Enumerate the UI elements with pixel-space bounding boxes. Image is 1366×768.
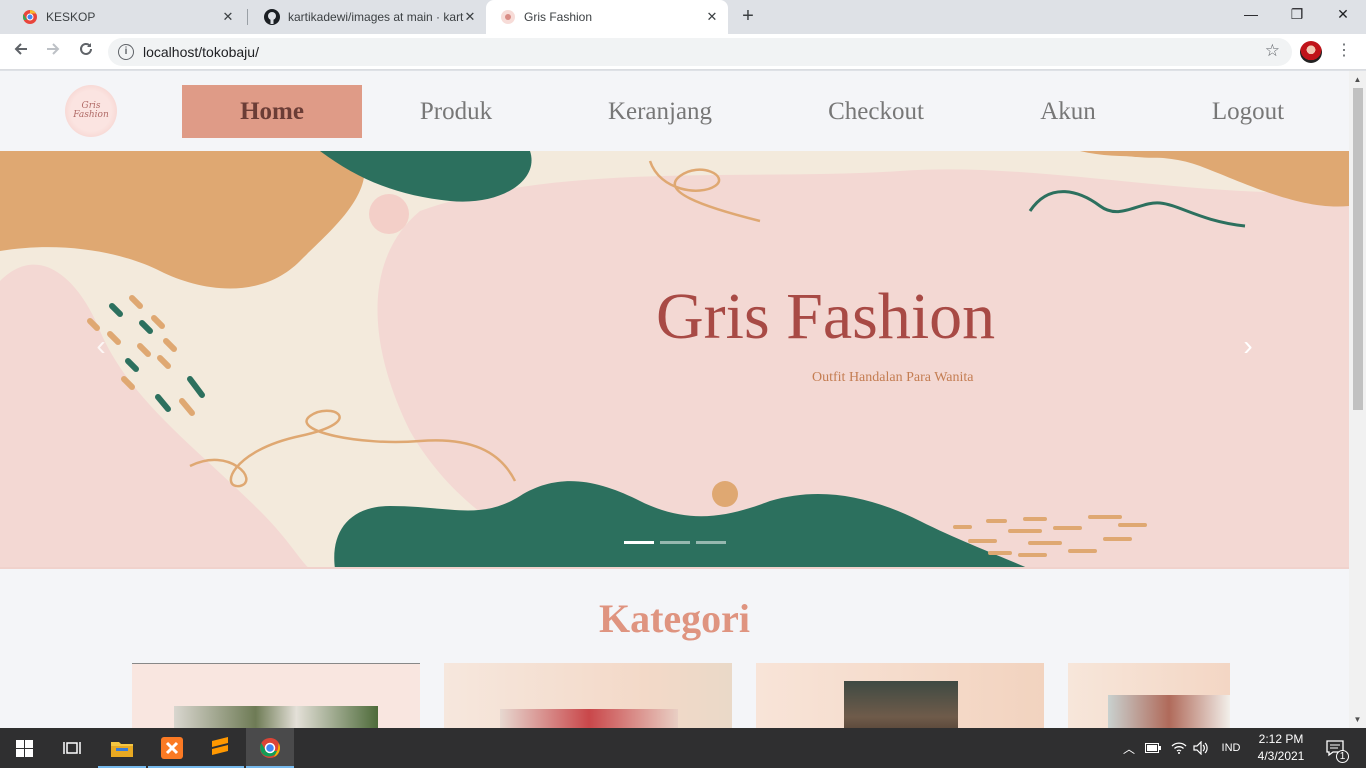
- scroll-down-icon[interactable]: ▼: [1349, 711, 1366, 728]
- category-image: [844, 681, 958, 728]
- category-image: [1108, 695, 1230, 728]
- clock-time: 2:12 PM: [1258, 732, 1304, 746]
- address-bar[interactable]: i localhost/tokobaju/ ☆: [108, 38, 1292, 66]
- nav-home[interactable]: Home: [182, 85, 362, 138]
- logo-line2: Fashion: [73, 110, 109, 120]
- close-window-button[interactable]: ✕: [1320, 0, 1366, 30]
- system-clock[interactable]: 2:12 PM 4/3/2021: [1248, 731, 1314, 765]
- hero-title: Gris Fashion: [656, 280, 996, 353]
- reload-icon[interactable]: [74, 40, 98, 64]
- xampp-icon[interactable]: [148, 728, 196, 768]
- more-menu-icon[interactable]: ⋮: [1334, 40, 1354, 60]
- site-navbar: Gris Fashion Home Produk Keranjang Check…: [0, 71, 1349, 151]
- minimize-button[interactable]: —: [1228, 0, 1274, 30]
- carousel-indicators: [624, 541, 726, 544]
- nav-produk[interactable]: Produk: [396, 85, 516, 138]
- file-explorer-icon[interactable]: [98, 728, 146, 768]
- tab-title: KESKOP: [46, 10, 96, 24]
- close-tab-icon[interactable]: ✕: [704, 9, 720, 25]
- browser-toolbar: i localhost/tokobaju/ ☆ ⋮: [0, 34, 1366, 70]
- page-viewport: Gris Fashion Home Produk Keranjang Check…: [0, 71, 1366, 728]
- scroll-up-icon[interactable]: ▲: [1349, 71, 1366, 88]
- gris-fashion-favicon: [500, 9, 516, 25]
- hero-subtitle: Outfit Handalan Para Wanita: [812, 370, 974, 385]
- category-image: [174, 706, 378, 728]
- tab-keskop[interactable]: KESKOP ✕: [8, 0, 244, 34]
- tab-title: kartikadewi/images at main · kart: [288, 10, 464, 24]
- sublime-text-icon[interactable]: [196, 728, 244, 768]
- show-hidden-icons-icon[interactable]: ︿: [1120, 728, 1138, 768]
- chrome-apps-icon: [22, 9, 38, 25]
- browser-tab-strip: KESKOP ✕ kartikadewi/images at main · ka…: [0, 0, 1366, 34]
- category-card[interactable]: [132, 663, 420, 728]
- category-card[interactable]: [756, 663, 1044, 728]
- carousel-next-icon[interactable]: ›: [1233, 331, 1263, 361]
- url-text: localhost/tokobaju/: [143, 44, 259, 60]
- chrome-icon[interactable]: [246, 728, 294, 768]
- volume-icon[interactable]: [1190, 728, 1212, 768]
- carousel-indicator-2[interactable]: [660, 541, 690, 544]
- wifi-icon[interactable]: [1168, 728, 1190, 768]
- page-scrollbar[interactable]: ▲ ▼: [1349, 71, 1366, 728]
- clock-date: 4/3/2021: [1257, 749, 1305, 763]
- site-logo[interactable]: Gris Fashion: [65, 85, 117, 137]
- close-tab-icon[interactable]: ✕: [220, 9, 236, 25]
- scrollbar-thumb[interactable]: [1353, 88, 1363, 410]
- windows-start-icon[interactable]: [0, 728, 48, 768]
- hero-carousel: Gris Fashion Outfit Handalan Para Wanita…: [0, 151, 1349, 569]
- new-tab-button[interactable]: +: [736, 5, 760, 29]
- battery-icon[interactable]: [1142, 728, 1164, 768]
- category-card[interactable]: [1068, 663, 1230, 728]
- nav-checkout[interactable]: Checkout: [810, 85, 942, 138]
- forward-icon[interactable]: [41, 40, 65, 64]
- windows-taskbar: ︿ IND 2:12 PM 4/3/2021 1: [0, 728, 1366, 768]
- github-icon: [264, 9, 280, 25]
- nav-logout[interactable]: Logout: [1196, 85, 1300, 138]
- profile-avatar[interactable]: [1300, 41, 1322, 63]
- back-icon[interactable]: [9, 40, 33, 64]
- notification-count-badge: 1: [1336, 750, 1349, 763]
- tab-title: Gris Fashion: [524, 10, 593, 24]
- carousel-indicator-3[interactable]: [696, 541, 726, 544]
- nav-akun[interactable]: Akun: [1028, 85, 1108, 138]
- category-image: [500, 709, 678, 728]
- maximize-button[interactable]: ❐: [1274, 0, 1320, 30]
- close-tab-icon[interactable]: ✕: [462, 9, 478, 25]
- bookmark-star-icon[interactable]: ☆: [1265, 41, 1280, 61]
- carousel-prev-icon[interactable]: ‹: [86, 331, 116, 361]
- tab-gris-fashion[interactable]: Gris Fashion ✕: [486, 0, 728, 34]
- site-info-icon[interactable]: i: [118, 44, 134, 60]
- input-language[interactable]: IND: [1214, 728, 1248, 768]
- task-view-icon[interactable]: [48, 728, 96, 768]
- category-card[interactable]: [444, 663, 732, 728]
- tab-github[interactable]: kartikadewi/images at main · kart ✕: [250, 0, 486, 34]
- action-center-icon[interactable]: 1: [1320, 728, 1350, 768]
- carousel-indicator-1[interactable]: [624, 541, 654, 544]
- nav-keranjang[interactable]: Keranjang: [590, 85, 730, 138]
- hero-background-art: [0, 151, 1349, 569]
- kategori-heading: Kategori: [598, 596, 751, 641]
